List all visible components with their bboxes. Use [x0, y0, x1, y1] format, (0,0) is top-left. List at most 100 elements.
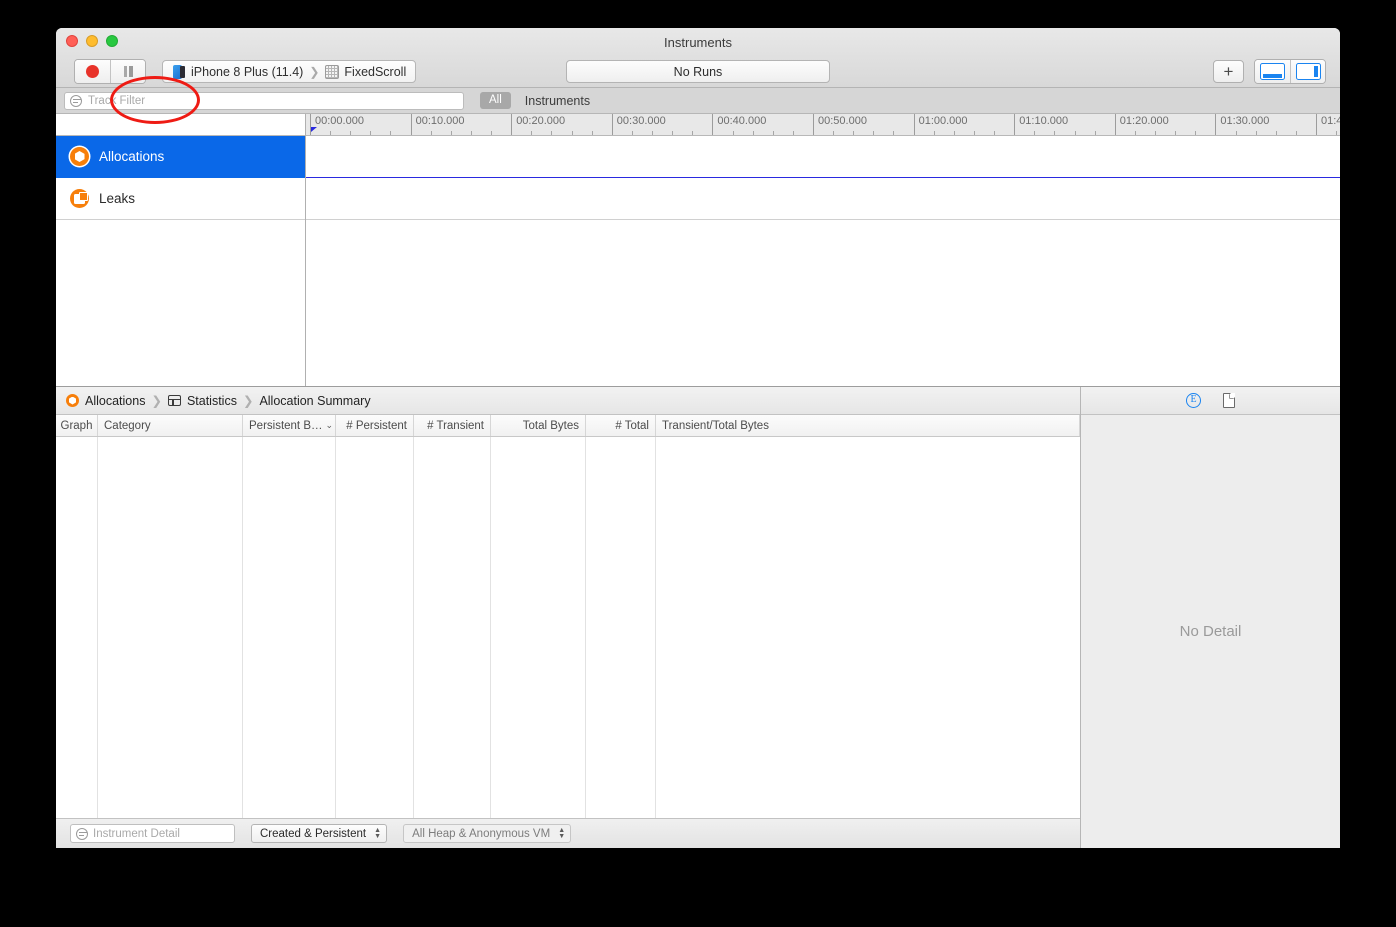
all-filter-button[interactable]: All	[480, 92, 511, 109]
column-header[interactable]: # Total	[586, 415, 656, 436]
column-header[interactable]: # Persistent	[336, 415, 414, 436]
document-icon[interactable]	[1223, 392, 1236, 408]
ruler-tick-minor	[853, 131, 855, 135]
track-filter-placeholder: Track Filter	[88, 94, 146, 107]
column-header[interactable]: Graph	[56, 415, 98, 436]
detail-region: Allocations ❯ Statistics ❯ Allocation Su…	[56, 386, 1340, 848]
track-row-leaks[interactable]: Leaks	[56, 178, 305, 220]
toggle-right-panel-button[interactable]	[1290, 60, 1325, 83]
ruler-tick-minor	[1155, 131, 1157, 135]
ruler-tick-minor	[772, 131, 774, 135]
table-body[interactable]	[56, 437, 1080, 818]
track-filter-input[interactable]: Track Filter	[64, 91, 464, 110]
pause-button[interactable]	[110, 60, 145, 83]
record-icon	[86, 65, 99, 78]
ruler-tick-minor	[1295, 131, 1297, 135]
column-header[interactable]: # Transient	[414, 415, 491, 436]
ruler-tick-minor	[1336, 131, 1338, 135]
allocation-lifespan-value: Created & Persistent	[260, 828, 367, 840]
track-list: Allocations Leaks	[56, 114, 306, 386]
ruler-tick-minor	[531, 131, 533, 135]
toggle-bottom-panel-button[interactable]	[1255, 60, 1290, 83]
window-title: Instruments	[664, 35, 732, 50]
ruler-tick-minor	[994, 131, 996, 135]
device-scheme-selector[interactable]: iPhone 8 Plus (11.4) ❯ FixedScroll	[162, 60, 417, 83]
ruler-tick-label: 01:30.000	[1215, 114, 1269, 135]
ruler-tick-minor	[732, 131, 734, 135]
breadcrumb-item-allocation-summary[interactable]: Allocation Summary	[259, 394, 370, 408]
table-header-row: Graph Category Persistent B… ⌄ # Persistent #…	[56, 415, 1080, 437]
ruler-tick-minor	[953, 131, 955, 135]
column-header[interactable]: Persistent B… ⌄	[243, 415, 336, 436]
table-column	[586, 437, 656, 818]
transport-controls	[74, 59, 146, 84]
extended-detail-panel: E No Detail	[1080, 387, 1340, 848]
ruler-tick-minor	[1195, 131, 1197, 135]
ruler-tick-minor	[390, 131, 392, 135]
column-header[interactable]: Category	[98, 415, 243, 436]
statistics-icon	[167, 395, 181, 406]
ruler-tick-minor	[1094, 131, 1096, 135]
ruler-tick-minor	[1134, 131, 1136, 135]
detail-breadcrumb: Allocations ❯ Statistics ❯ Allocation Su…	[56, 387, 1080, 415]
bottom-panel-icon	[1260, 63, 1285, 80]
iphone-icon	[172, 64, 186, 79]
ruler-tick-label: 00:30.000	[611, 114, 666, 135]
device-label: iPhone 8 Plus (11.4)	[191, 64, 304, 79]
toolbar-right-group: +	[1213, 59, 1326, 84]
ruler-tick-minor	[933, 131, 935, 135]
column-header-label: Persistent B…	[249, 419, 323, 432]
filter-icon	[70, 94, 82, 107]
allocations-icon	[66, 394, 79, 407]
scheme-label: FixedScroll	[344, 64, 407, 79]
add-instrument-button[interactable]: +	[1213, 60, 1244, 83]
ruler-tick-minor	[571, 131, 573, 135]
ruler-tick-minor	[350, 131, 352, 135]
playhead-marker[interactable]	[311, 127, 317, 132]
ruler-tick-label: 00:20.000	[511, 114, 565, 135]
stepper-arrows-icon: ▲ ▼	[558, 827, 566, 840]
record-button[interactable]	[75, 60, 110, 83]
detail-bottom-bar: Instrument Detail Created & Persistent ▲…	[56, 818, 1080, 848]
ruler-tick-label: 01:10.000	[1014, 114, 1068, 135]
track-lane-leaks[interactable]	[306, 178, 1340, 220]
timeline-ruler[interactable]: 00:00.000 00:10.000 00:20.000 00:30.000 00:4…	[306, 114, 1340, 136]
ruler-tick-minor	[833, 131, 835, 135]
track-lane-allocations[interactable]	[306, 136, 1340, 178]
table-column	[491, 437, 586, 818]
track-row-allocations[interactable]: Allocations	[56, 136, 305, 178]
scheme-icon	[325, 64, 340, 79]
column-header[interactable]: Total Bytes	[491, 415, 586, 436]
ruler-tick-minor	[1034, 131, 1036, 135]
detail-main-panel: Allocations ❯ Statistics ❯ Allocation Su…	[56, 387, 1080, 848]
allocation-type-popup[interactable]: All Heap & Anonymous VM ▲ ▼	[403, 824, 572, 843]
table-column	[98, 437, 243, 818]
ruler-tick-minor	[652, 131, 654, 135]
timeline-region: Allocations Leaks 00:00.000 00:10.000 00:2…	[56, 114, 1340, 386]
ruler-tick-minor	[1275, 131, 1277, 135]
filter-icon	[76, 827, 88, 840]
ruler-tick-minor	[973, 131, 975, 135]
runs-indicator[interactable]: No Runs	[566, 60, 830, 83]
column-header-label: Graph	[60, 419, 93, 432]
breadcrumb-item-allocations[interactable]: Allocations	[85, 394, 145, 408]
ruler-tick-label: 00:10.000	[410, 114, 465, 135]
column-header-label: Total Bytes	[522, 419, 579, 432]
circled-e-icon[interactable]: E	[1186, 393, 1201, 408]
instruments-window: Instruments iPhone 8 Plus (11.4) ❯ Fixed…	[56, 28, 1340, 848]
ruler-tick-minor	[491, 131, 493, 135]
column-header[interactable]: Transient/Total Bytes	[656, 415, 1080, 436]
ruler-tick-minor	[330, 131, 332, 135]
ruler-tick-minor	[752, 131, 754, 135]
stepper-arrows-icon: ▲ ▼	[374, 827, 382, 840]
ruler-tick-label: 00:40.000	[712, 114, 766, 135]
instrument-detail-input[interactable]: Instrument Detail	[70, 824, 235, 843]
chevron-down-icon: ⌄	[325, 420, 334, 430]
ruler-tick-label: 00:50.000	[813, 114, 867, 135]
breadcrumb-separator: ❯	[151, 394, 162, 408]
breadcrumb-item-statistics[interactable]: Statistics	[187, 394, 237, 408]
allocation-lifespan-popup[interactable]: Created & Persistent ▲ ▼	[251, 824, 388, 843]
column-header-label: Category	[104, 419, 151, 432]
timeline-ruler-area[interactable]: 00:00.000 00:10.000 00:20.000 00:30.000 00:4…	[306, 114, 1340, 386]
ruler-tick-minor	[450, 131, 452, 135]
